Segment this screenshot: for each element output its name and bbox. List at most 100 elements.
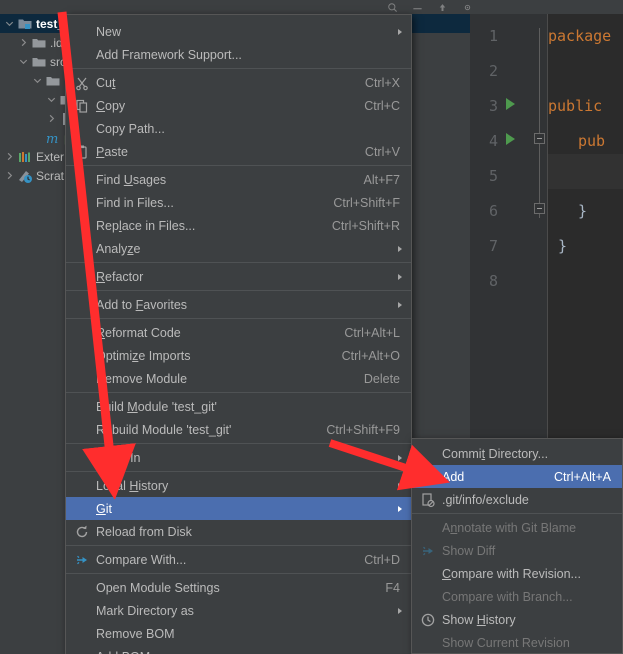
menu-item-refactor[interactable]: Refactor — [66, 265, 411, 288]
menu-item-icon-slot — [420, 566, 436, 582]
menu-item-icon-slot — [74, 422, 90, 438]
menu-item-git-info-exclude[interactable]: .git/info/exclude — [412, 488, 622, 511]
paste-icon — [74, 144, 90, 160]
menu-item-build-module-test-git[interactable]: Build Module 'test_git' — [66, 395, 411, 418]
menu-item-icon-slot — [74, 399, 90, 415]
tree-item-label: src — [50, 54, 66, 69]
git-submenu[interactable]: Commit Directory... Add Ctrl+Alt+A .git/inf… — [411, 438, 623, 654]
menu-item-shortcut: F4 — [385, 580, 400, 595]
menu-item-remove-bom[interactable]: Remove BOM — [66, 622, 411, 645]
menu-item-icon-slot — [74, 325, 90, 341]
menu-item-show-history[interactable]: Show History — [412, 608, 622, 631]
menu-item-icon-slot — [74, 121, 90, 137]
line-number: 2 — [488, 62, 498, 80]
menu-item-find-usages[interactable]: Find Usages Alt+F7 — [66, 168, 411, 191]
menu-item-label: Local History — [96, 478, 169, 493]
fold-collapse-icon[interactable] — [534, 133, 545, 144]
menu-item-label: Show History — [442, 612, 516, 627]
menu-item-add[interactable]: Add Ctrl+Alt+A — [412, 465, 622, 488]
run-gutter-icon[interactable] — [506, 133, 515, 145]
menu-separator — [66, 290, 411, 291]
menu-item-copy[interactable]: Copy Ctrl+C — [66, 94, 411, 117]
menu-item-reformat-code[interactable]: Reformat Code Ctrl+Alt+L — [66, 321, 411, 344]
menu-item-reload-from-disk[interactable]: Reload from Disk — [66, 520, 411, 543]
submenu-arrow-icon — [398, 28, 402, 35]
menu-item-label: Add BOM — [96, 650, 398, 654]
code-line: pub — [578, 132, 606, 150]
menu-item-commit-directory[interactable]: Commit Directory... — [412, 442, 622, 465]
menu-item-open-in[interactable]: Open In — [66, 446, 411, 469]
menu-item-icon-slot — [74, 195, 90, 211]
menu-item-compare-with-revision[interactable]: Compare with Revision... — [412, 562, 622, 585]
search-everywhere-icon[interactable] — [387, 2, 398, 13]
external-libraries-icon — [17, 149, 32, 164]
minimize-icon[interactable] — [412, 2, 423, 13]
menu-item-add-to-favorites[interactable]: Add to Favorites — [66, 293, 411, 316]
menu-item-label: Git — [96, 501, 112, 516]
menu-item-label: Remove Module — [96, 371, 188, 386]
menu-item-label: Open Module Settings — [96, 580, 220, 595]
submenu-arrow-icon — [398, 273, 402, 280]
context-menu[interactable]: New Add Framework Support... Cut Ctrl+X Copy… — [65, 14, 412, 654]
menu-item-copy-path[interactable]: Copy Path... — [66, 117, 411, 140]
menu-item-label: Reload from Disk — [96, 524, 192, 539]
menu-item-label: Annotate with Git Blame — [442, 520, 577, 535]
chevron-down-icon[interactable] — [4, 18, 15, 29]
upload-icon[interactable] — [437, 2, 448, 13]
menu-item-show-current-revision: Show Current Revision — [412, 631, 622, 654]
menu-item-icon-slot — [74, 47, 90, 63]
menu-item-icon-slot — [74, 501, 90, 517]
menu-item-rebuild-module-test-git[interactable]: Rebuild Module 'test_git' Ctrl+Shift+F9 — [66, 418, 411, 441]
menu-item-replace-in-files[interactable]: Replace in Files... Ctrl+Shift+R — [66, 214, 411, 237]
chevron-down-icon[interactable] — [32, 75, 43, 86]
menu-item-new[interactable]: New — [66, 20, 411, 43]
menu-item-shortcut: Ctrl+C — [364, 98, 400, 113]
svg-text:m: m — [46, 132, 58, 146]
menu-item-compare-with[interactable]: Compare With... Ctrl+D — [66, 548, 411, 571]
settings-gear-icon[interactable] — [462, 2, 473, 13]
fold-collapse-icon[interactable] — [534, 203, 545, 214]
menu-item-label: Remove BOM — [96, 626, 175, 641]
menu-item-find-in-files[interactable]: Find in Files... Ctrl+Shift+F — [66, 191, 411, 214]
chevron-down-icon[interactable] — [46, 94, 57, 105]
menu-item-add-bom[interactable]: Add BOM — [66, 645, 411, 654]
menu-item-mark-directory-as[interactable]: Mark Directory as — [66, 599, 411, 622]
folder-icon — [31, 54, 46, 69]
menu-separator — [66, 262, 411, 263]
menu-item-label: Refactor — [96, 269, 144, 284]
menu-item-open-module-settings[interactable]: Open Module Settings F4 — [66, 576, 411, 599]
menu-item-shortcut: Delete — [363, 371, 400, 386]
menu-item-remove-module[interactable]: Remove Module Delete — [66, 367, 411, 390]
menu-item-icon-slot — [74, 241, 90, 257]
maven-icon: m — [45, 130, 60, 147]
chevron-right-icon[interactable] — [4, 151, 15, 162]
menu-item-optimize-imports[interactable]: Optimize Imports Ctrl+Alt+O — [66, 344, 411, 367]
menu-item-label: Reformat Code — [96, 325, 181, 340]
run-gutter-icon[interactable] — [506, 98, 515, 110]
tree-item-label: Exter — [36, 149, 65, 164]
menu-item-show-diff: Show Diff — [412, 539, 622, 562]
menu-item-git[interactable]: Git — [66, 497, 411, 520]
menu-item-annotate-with-git-blame: Annotate with Git Blame — [412, 516, 622, 539]
chevron-right-icon[interactable] — [46, 113, 57, 124]
menu-item-add-framework-support[interactable]: Add Framework Support... — [66, 43, 411, 66]
menu-item-icon-slot — [74, 348, 90, 364]
line-number: 7 — [488, 237, 498, 255]
menu-item-label: Build Module 'test_git' — [96, 399, 217, 414]
chevron-right-icon[interactable] — [18, 37, 29, 48]
menu-item-label: New — [96, 24, 122, 39]
chevron-right-icon[interactable] — [4, 170, 15, 181]
toolbar-icon-group — [387, 0, 473, 14]
menu-separator — [66, 545, 411, 546]
menu-item-label: Paste — [96, 144, 128, 159]
menu-item-paste[interactable]: Paste Ctrl+V — [66, 140, 411, 163]
menu-item-shortcut: Ctrl+Alt+O — [341, 348, 400, 363]
menu-item-analyze[interactable]: Analyze — [66, 237, 411, 260]
menu-item-local-history[interactable]: Local History — [66, 474, 411, 497]
menu-item-label: Find in Files... — [96, 195, 174, 210]
chevron-down-icon[interactable] — [18, 56, 29, 67]
menu-item-label: Find Usages — [96, 172, 167, 187]
menu-item-cut[interactable]: Cut Ctrl+X — [66, 71, 411, 94]
menu-item-icon-slot — [74, 371, 90, 387]
